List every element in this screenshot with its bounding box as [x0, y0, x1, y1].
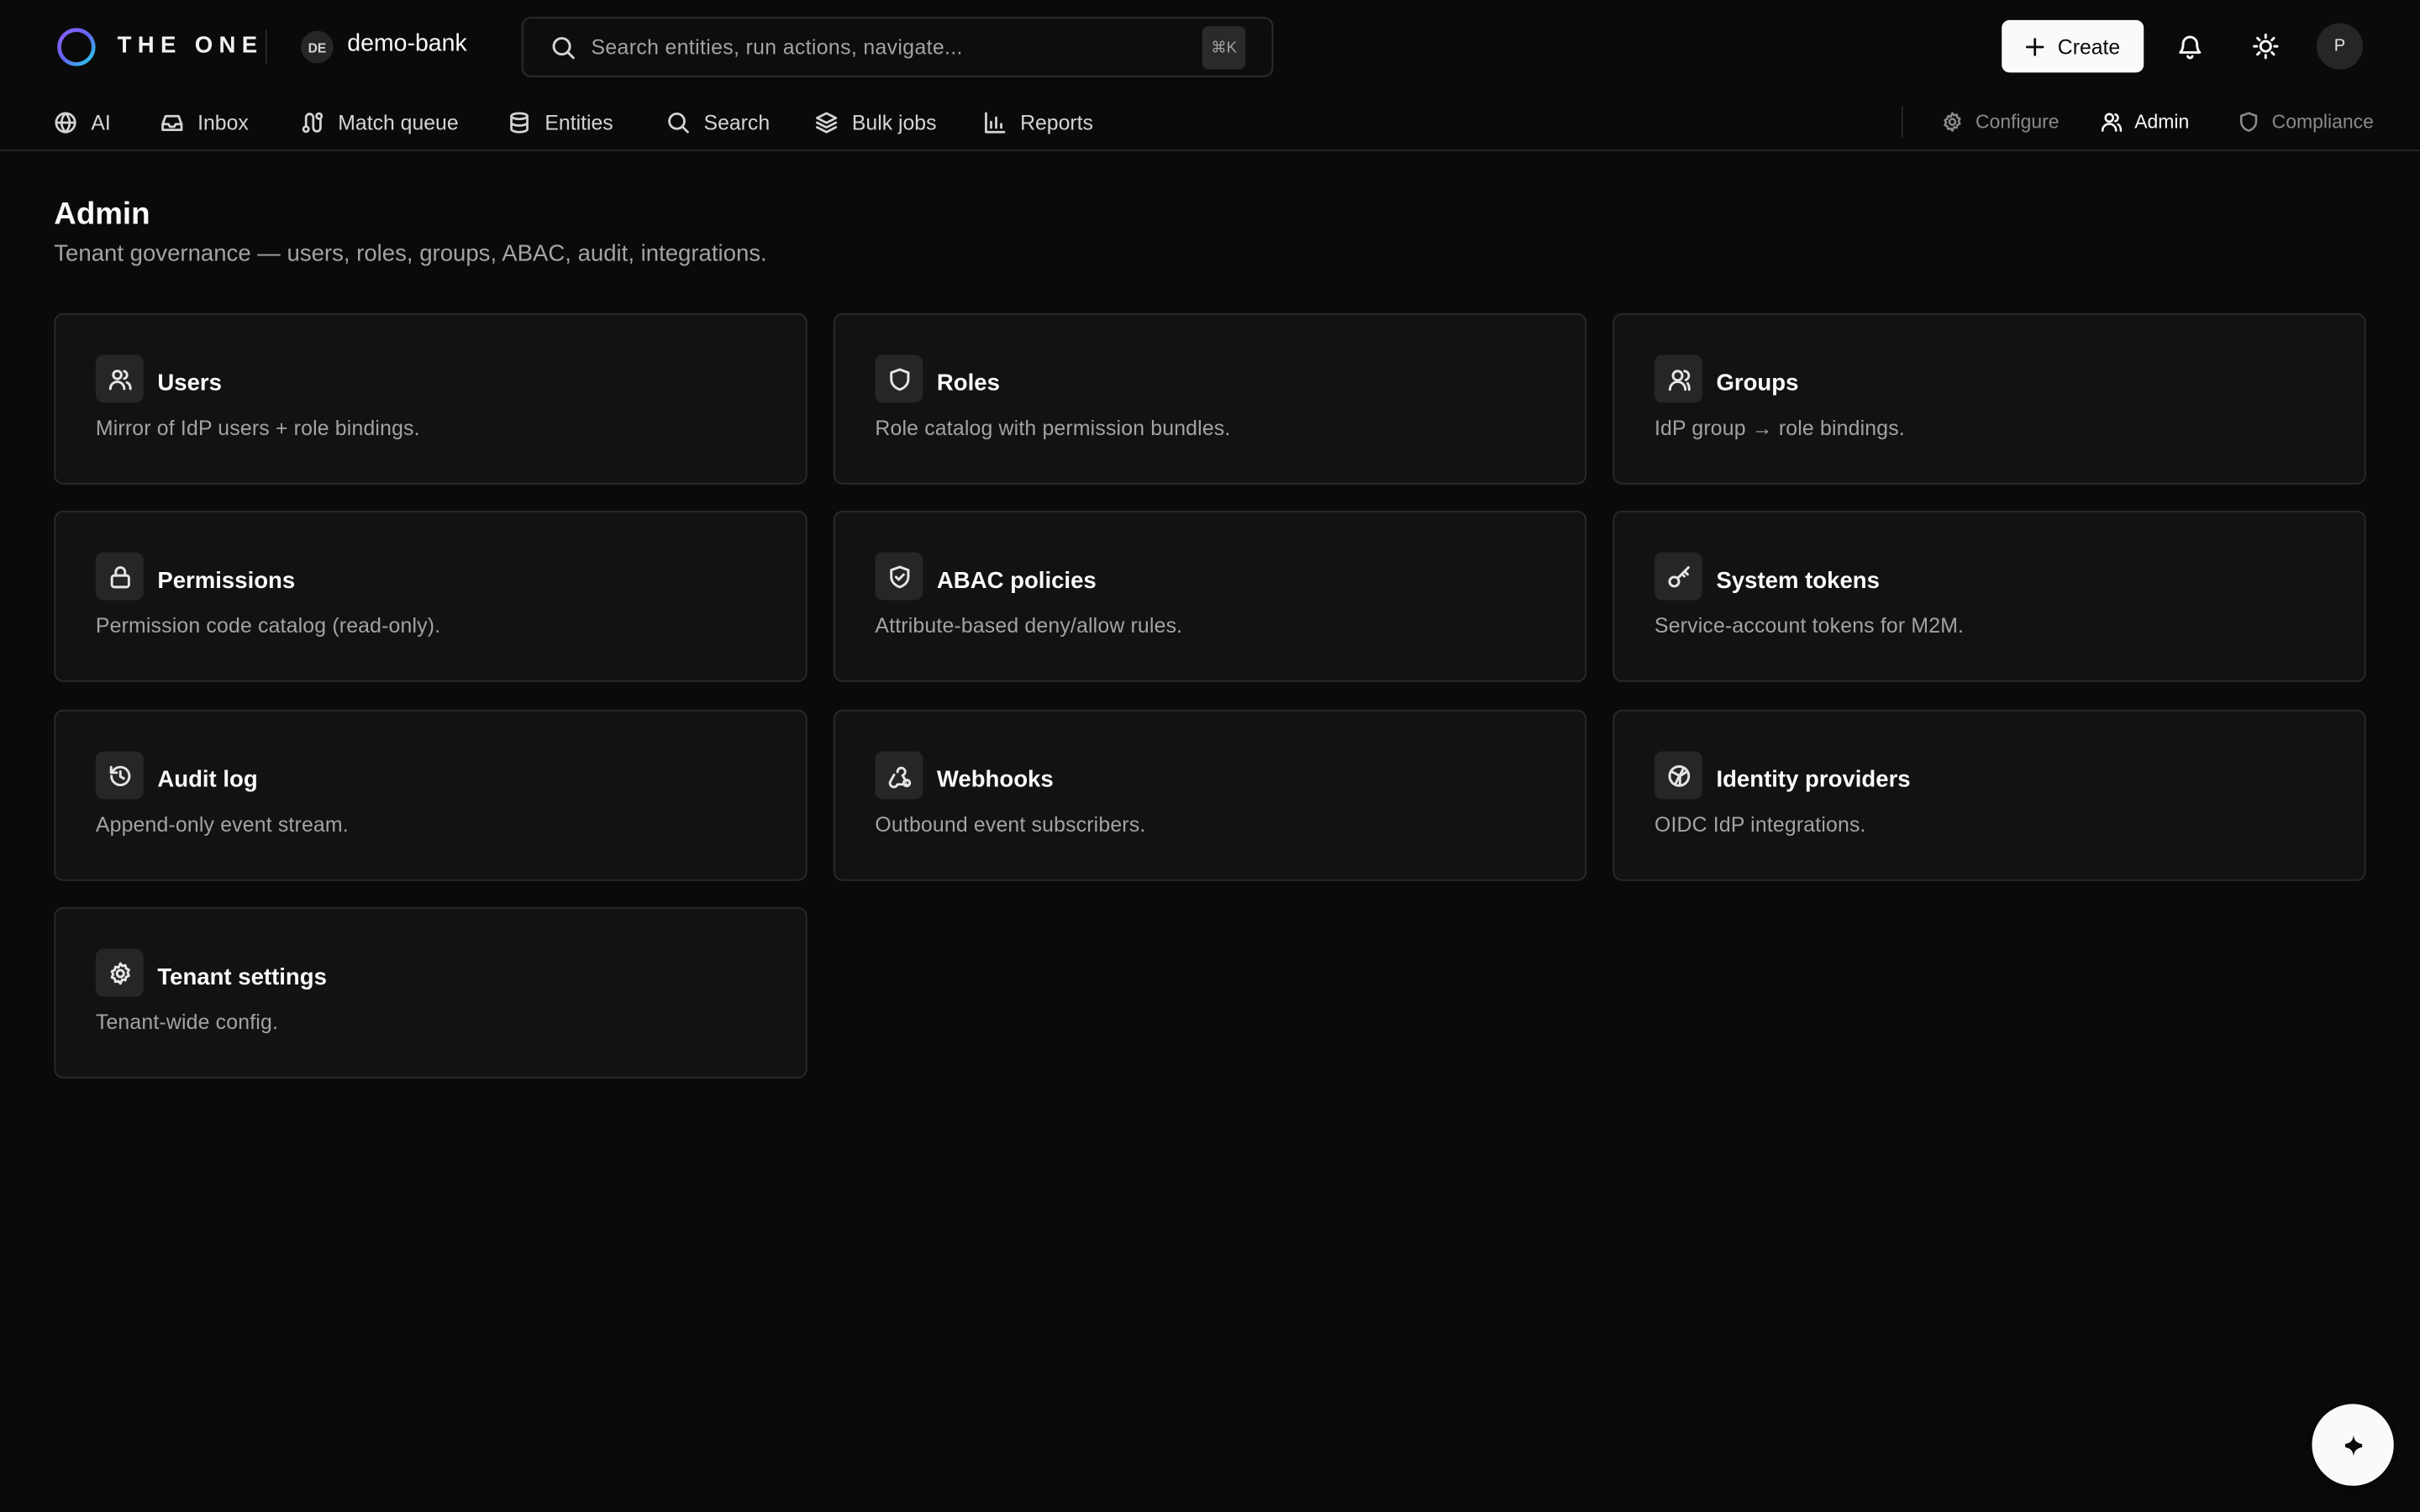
card-description: Tenant-wide config. [95, 1011, 279, 1034]
admin-card-groups[interactable]: Groups IdP group → role bindings. [1612, 312, 2366, 485]
card-title: Tenant settings [157, 963, 327, 991]
card-description: Service-account tokens for M2M. [1654, 614, 1965, 638]
top-bar: THE ONE DE demo-bank Search entities, ru… [0, 0, 2420, 92]
nav-item-inbox[interactable]: Inbox [160, 108, 249, 136]
history-icon [95, 751, 144, 800]
theme-toggle-button[interactable] [2244, 24, 2287, 67]
tenant-badge[interactable]: DE [301, 30, 334, 64]
card-description: Append-only event stream. [95, 812, 349, 837]
card-title: Identity providers [1716, 766, 1911, 794]
card-description: Attribute-based deny/allow rules. [875, 614, 1183, 638]
user-avatar[interactable]: P [2316, 23, 2364, 70]
admin-card-roles[interactable]: Roles Role catalog with permission bundl… [833, 312, 1587, 485]
card-description: IdP group → role bindings. [1654, 416, 1905, 440]
key-icon [1654, 552, 1702, 601]
nav-item-search[interactable]: Search [666, 108, 770, 136]
admin-card-audit-log[interactable]: Audit log Append-only event stream. [54, 709, 808, 881]
nav-item-compliance[interactable]: Compliance [2238, 108, 2374, 136]
shortcut-hint: ⌘K [1202, 26, 1246, 70]
admin-card-tenant-settings[interactable]: Tenant settings Tenant-wide config. [54, 906, 808, 1079]
nav-item-label: Compliance [2271, 111, 2374, 133]
nav-divider [1901, 106, 1903, 138]
shield-check-icon [875, 552, 923, 601]
nav-item-bulk-jobs[interactable]: Bulk jobs [815, 108, 937, 136]
app-brand[interactable]: THE ONE [118, 33, 264, 59]
plus-icon [2026, 37, 2044, 55]
user-icon [2101, 113, 2123, 132]
nav-item-configure[interactable]: Configure [1942, 108, 2060, 136]
page-title: Admin [54, 197, 150, 232]
admin-card-abac-policies[interactable]: ABAC policies Attribute-based deny/allow… [833, 510, 1587, 682]
database-icon [510, 111, 529, 133]
bell-icon [2179, 35, 2202, 60]
logo-ring-icon[interactable] [55, 26, 97, 68]
card-title: Permissions [157, 567, 296, 595]
admin-card-users[interactable]: Users Mirror of IdP users + role binding… [54, 312, 808, 485]
card-description: Role catalog with permission bundles. [875, 416, 1231, 440]
nav-item-reports[interactable]: Reports [983, 108, 1093, 136]
route-icon [302, 111, 324, 133]
admin-card-permissions[interactable]: Permissions Permission code catalog (rea… [54, 510, 808, 682]
nav-item-label: AI [91, 110, 111, 134]
lock-icon [95, 552, 144, 601]
layers-icon [815, 111, 838, 133]
webhook-icon [875, 751, 923, 800]
search-placeholder: Search entities, run actions, navigate..… [591, 35, 963, 59]
ai-assistant-button[interactable] [2312, 1404, 2394, 1486]
main-nav: AI Inbox Match queue Entities Search Bul… [0, 92, 2420, 151]
shield-icon [875, 354, 923, 403]
page-subtitle: Tenant governance — users, roles, groups… [54, 240, 767, 267]
search-icon [552, 37, 575, 60]
gear-icon [95, 948, 144, 997]
gear-icon [1944, 112, 1961, 132]
nav-item-label: Admin [2134, 111, 2190, 133]
globe-icon [55, 111, 76, 133]
nav-item-label: Configure [1975, 111, 2060, 133]
card-title: Webhooks [936, 766, 1054, 794]
card-description: Permission code catalog (read-only). [95, 614, 441, 638]
admin-card-webhooks[interactable]: Webhooks Outbound event subscribers. [833, 709, 1587, 881]
nav-item-label: Reports [1020, 110, 1093, 134]
card-title: System tokens [1716, 567, 1880, 595]
nav-item-ai[interactable]: AI [54, 108, 111, 136]
inbox-icon [161, 113, 183, 131]
card-description: Mirror of IdP users + role bindings. [95, 416, 420, 440]
sun-icon [2253, 33, 2279, 60]
create-label: Create [2057, 34, 2121, 58]
nav-item-label: Entities [544, 110, 613, 134]
shield-icon [2239, 112, 2258, 132]
tenant-name[interactable]: demo-bank [347, 31, 466, 59]
nav-item-label: Bulk jobs [851, 110, 937, 134]
group-icon [1654, 354, 1702, 403]
nav-item-label: Inbox [197, 110, 249, 134]
nav-item-label: Match queue [338, 110, 459, 134]
command-search-input[interactable]: Search entities, run actions, navigate..… [521, 17, 1274, 77]
card-title: Roles [936, 370, 1000, 397]
search-icon [668, 112, 689, 133]
card-title: Audit log [157, 766, 258, 794]
card-title: Groups [1716, 370, 1799, 397]
nav-item-match-queue[interactable]: Match queue [301, 108, 459, 136]
nav-item-entities[interactable]: Entities [508, 108, 613, 136]
admin-card-identity-providers[interactable]: Identity providers OIDC IdP integrations… [1612, 709, 2366, 881]
sparkle-icon [2344, 1435, 2362, 1456]
notifications-button[interactable] [2169, 24, 2212, 67]
create-button[interactable]: Create [2002, 19, 2144, 73]
fingerprint-icon [1654, 751, 1702, 800]
admin-card-system-tokens[interactable]: System tokens Service-account tokens for… [1612, 510, 2366, 682]
card-description: Outbound event subscribers. [875, 812, 1146, 837]
card-title: ABAC policies [936, 567, 1097, 595]
nav-item-admin[interactable]: Admin [2101, 108, 2189, 136]
nav-item-label: Search [703, 110, 771, 134]
divider [265, 29, 267, 64]
bar-chart-icon [985, 111, 1006, 133]
users-icon [95, 354, 144, 403]
card-title: Users [157, 370, 222, 397]
card-description: OIDC IdP integrations. [1654, 812, 1866, 837]
